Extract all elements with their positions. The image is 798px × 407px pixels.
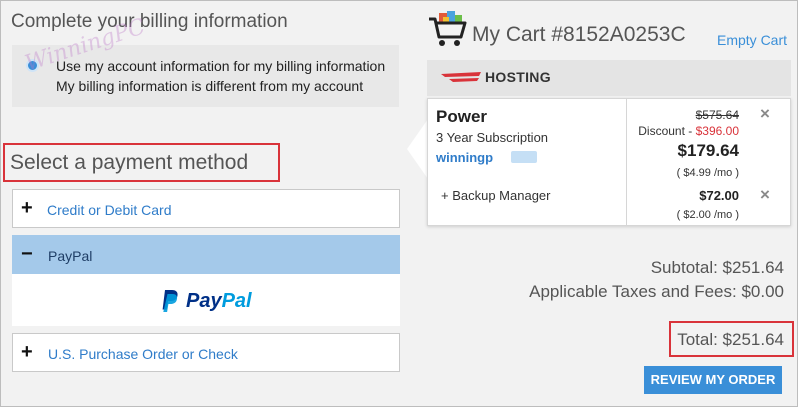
cart-divider <box>626 99 627 225</box>
payment-option-paypal[interactable]: − PayPal <box>12 235 400 274</box>
billing-option-different[interactable]: My billing information is different from… <box>56 78 363 94</box>
expand-plus-icon: + <box>21 341 33 363</box>
taxes-and-fees: Applicable Taxes and Fees: $0.00 <box>529 282 784 301</box>
product-price: $179.64 <box>677 141 739 160</box>
payment-option-purchase-order[interactable]: + U.S. Purchase Order or Check <box>12 333 400 372</box>
discount: Discount - $396.00 <box>638 124 739 138</box>
billing-option-account[interactable]: Use my account information for my billin… <box>56 58 385 74</box>
cart-title: My Cart #8152A0253C <box>472 23 686 46</box>
collapse-minus-icon: − <box>21 243 33 265</box>
product-domain-link[interactable]: winningp <box>436 150 493 165</box>
expand-plus-icon: + <box>21 197 33 219</box>
discount-value: $396.00 <box>695 124 739 138</box>
addon-price: $72.00 <box>699 188 739 203</box>
payment-option-label[interactable]: Credit or Debit Card <box>47 202 172 218</box>
product-monthly-price: ( $4.99 /mo ) <box>676 167 739 179</box>
payment-option-label[interactable]: U.S. Purchase Order or Check <box>48 346 238 362</box>
hosting-swoosh-icon <box>441 72 481 82</box>
payment-title: Select a payment method <box>10 151 249 174</box>
payment-option-label[interactable]: PayPal <box>48 248 92 264</box>
review-order-button[interactable]: REVIEW MY ORDER <box>644 366 782 394</box>
product-term: 3 Year Subscription <box>436 130 549 145</box>
subtotal: Subtotal: $251.64 <box>650 258 784 277</box>
shopping-cart-icon <box>429 11 467 46</box>
remove-addon-icon[interactable]: × <box>757 186 773 203</box>
paypal-panel: PayPal <box>12 274 400 326</box>
paypal-wordmark: PayPal <box>186 289 252 312</box>
billing-title: Complete your billing information <box>11 11 288 32</box>
total: Total: $251.64 <box>677 330 784 349</box>
payment-option-credit-card[interactable]: + Credit or Debit Card <box>12 189 400 228</box>
addon-monthly-price: ( $2.00 /mo ) <box>676 209 739 221</box>
product-name: Power <box>436 107 488 126</box>
remove-item-icon[interactable]: × <box>757 105 773 122</box>
hosting-section-label: HOSTING <box>485 69 551 85</box>
cart-card-pointer <box>407 119 428 179</box>
addon-name: + Backup Manager <box>441 188 551 203</box>
redacted-domain <box>511 151 537 163</box>
original-price: $575.64 <box>695 108 739 122</box>
paypal-p-icon <box>162 290 178 312</box>
empty-cart-link[interactable]: Empty Cart <box>717 32 787 48</box>
paypal-logo[interactable]: PayPal <box>160 288 252 314</box>
